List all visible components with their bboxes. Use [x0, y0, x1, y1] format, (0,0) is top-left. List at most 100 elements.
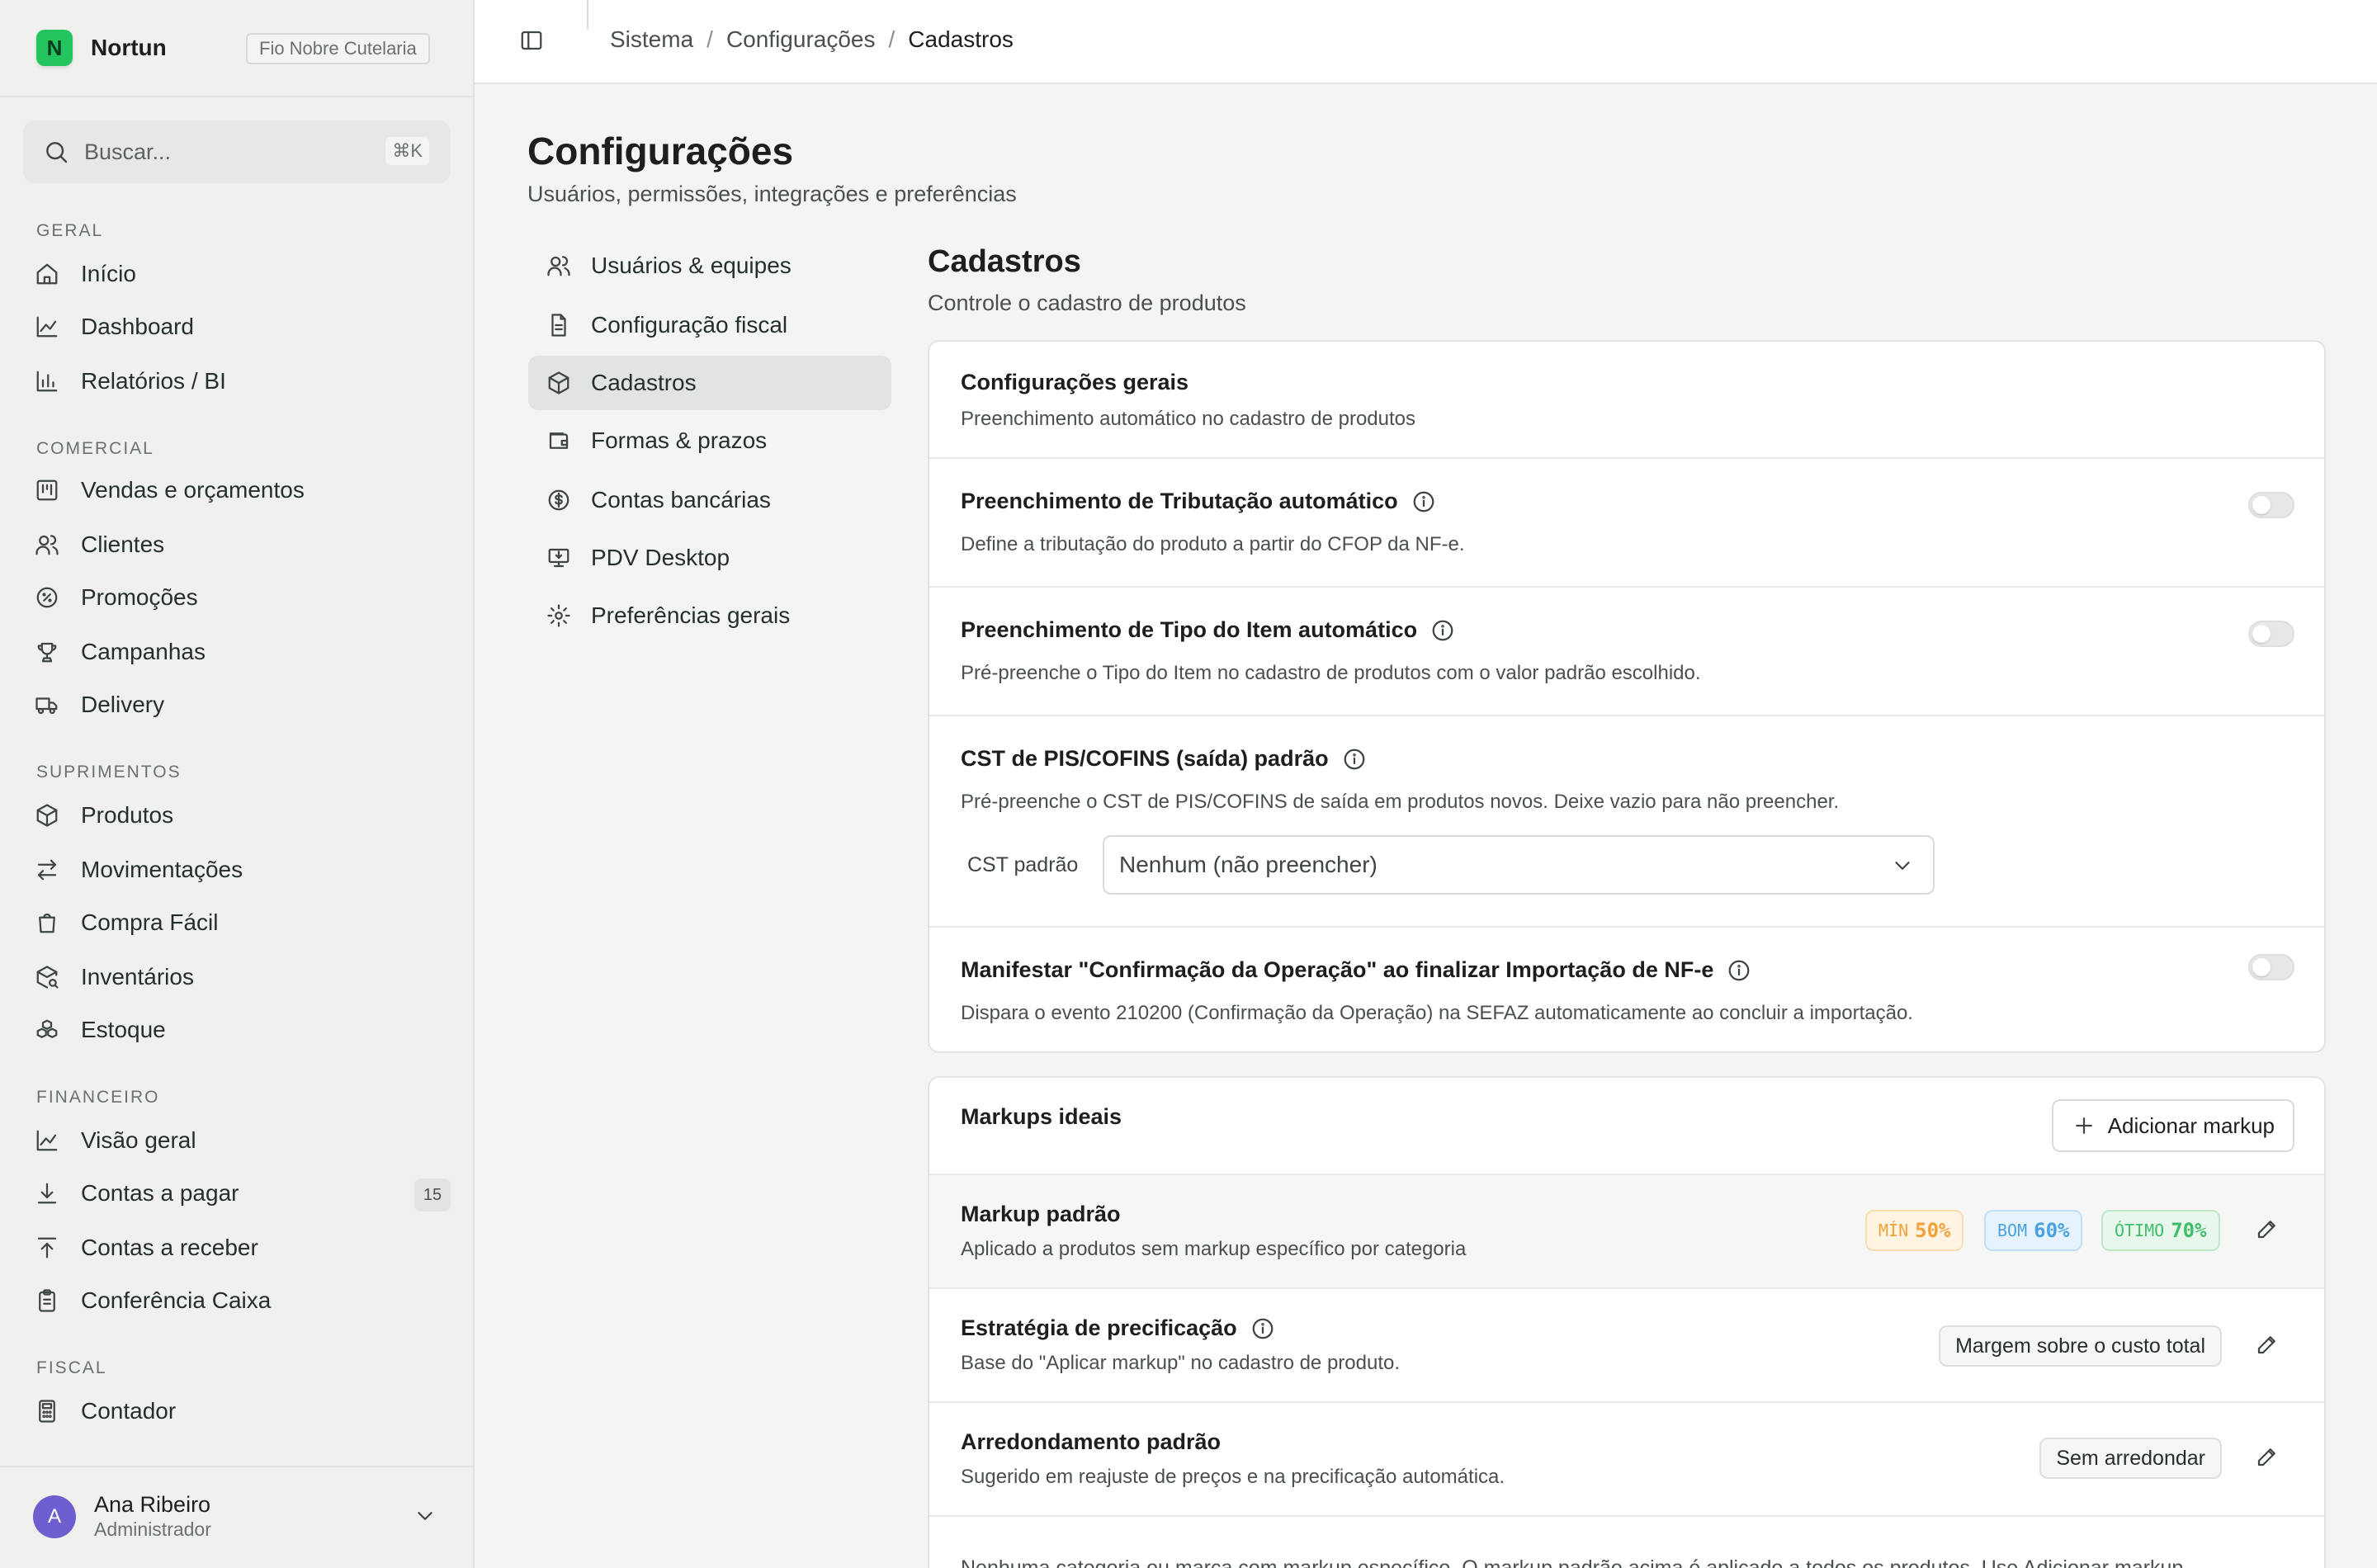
- sidebar-item-estoque[interactable]: Estoque: [23, 1007, 452, 1053]
- settings-nav-label: Formas & prazos: [591, 427, 768, 453]
- sidebar-item-contas-receber[interactable]: Contas a receber: [23, 1225, 452, 1271]
- sidebar-item-contas-pagar[interactable]: Contas a pagar 15: [23, 1170, 452, 1216]
- sidebar-item-delivery[interactable]: Delivery: [23, 682, 452, 728]
- search-input[interactable]: Buscar... ⌘K: [23, 120, 451, 183]
- settings-nav-label: Contas bancárias: [591, 487, 771, 512]
- breadcrumb-configuracoes[interactable]: Configurações: [726, 26, 876, 53]
- search-icon: [43, 139, 69, 165]
- markup-otimo-badge: ÓTIMO 70%: [2101, 1210, 2220, 1251]
- toggle-knob: [2252, 625, 2271, 643]
- sidebar-item-clientes[interactable]: Clientes: [23, 522, 452, 568]
- edit-pencil-icon[interactable]: [2255, 1444, 2280, 1469]
- info-icon[interactable]: [1417, 618, 1455, 643]
- sidebar-item-compra-facil[interactable]: Compra Fácil: [23, 900, 452, 946]
- add-markup-button[interactable]: Adicionar markup: [2051, 1099, 2294, 1152]
- dollar-circle-icon: [546, 488, 571, 512]
- info-icon[interactable]: [1398, 489, 1436, 514]
- settings-nav-preferencias[interactable]: Preferências gerais: [528, 588, 891, 643]
- toggle-knob: [2252, 496, 2271, 514]
- breadcrumb-sistema[interactable]: Sistema: [610, 26, 693, 53]
- setting-title-row: Preenchimento de Tipo do Item automático: [961, 617, 1455, 643]
- arrow-down-to-line-icon: [35, 1181, 59, 1206]
- line-chart-icon: [35, 314, 59, 339]
- search-shortcut: ⌘K: [385, 137, 429, 165]
- setting-title: Preenchimento de Tipo do Item automático: [961, 617, 1418, 642]
- users-icon: [35, 532, 59, 557]
- sidebar-item-label: Contas a pagar: [81, 1180, 239, 1206]
- markup-min-badge: MÍN 50%: [1865, 1210, 1964, 1251]
- sidebar-item-label: Dashboard: [81, 314, 194, 339]
- sidebar-item-label: Início: [81, 261, 136, 286]
- info-icon[interactable]: [1713, 958, 1751, 983]
- general-settings-header: Configurações gerais Preenchimento autom…: [929, 342, 2324, 459]
- setting-title-row: Estratégia de precificação: [961, 1315, 1275, 1341]
- sidebar-item-label: Estoque: [81, 1017, 166, 1042]
- settings-nav-formas[interactable]: Formas & prazos: [528, 413, 891, 468]
- org-badge[interactable]: Fio Nobre Cutelaria: [246, 33, 430, 64]
- plus-icon: [2072, 1113, 2096, 1138]
- manifestar-toggle[interactable]: [2248, 954, 2294, 980]
- markups-card: Markups ideais Adicionar markup Markup p…: [928, 1076, 2326, 1568]
- breadcrumb-current: Cadastros: [908, 26, 1014, 52]
- sidebar-item-promocoes[interactable]: Promoções: [23, 574, 452, 621]
- sidebar-toggle-icon[interactable]: [519, 28, 544, 53]
- tributacao-toggle[interactable]: [2248, 492, 2294, 518]
- setting-desc: Define a tributação do produto a partir …: [961, 533, 1465, 555]
- setting-title-row: CST de PIS/COFINS (saída) padrão: [961, 746, 1367, 772]
- arrow-up-from-line-icon: [35, 1235, 59, 1260]
- home-icon: [35, 262, 59, 286]
- breadcrumb-separator: /: [888, 26, 896, 52]
- sidebar-item-dashboard[interactable]: Dashboard: [23, 304, 452, 350]
- edit-pencil-icon[interactable]: [2255, 1332, 2280, 1357]
- setting-desc: Pré-preenche o CST de PIS/COFINS de saíd…: [961, 791, 1840, 813]
- edit-pencil-icon[interactable]: [2255, 1216, 2280, 1241]
- sidebar-item-label: Produtos: [81, 802, 174, 828]
- sidebar-item-inventarios[interactable]: Inventários: [23, 954, 452, 1000]
- setting-title: Estratégia de precificação: [961, 1315, 1237, 1340]
- setting-row-cst: CST de PIS/COFINS (saída) padrão Pré-pre…: [929, 716, 2324, 928]
- page-subtitle: Usuários, permissões, integrações e pref…: [527, 182, 1017, 206]
- markup-empty-note: Nenhuma categoria ou marca com markup es…: [961, 1556, 2184, 1568]
- brand[interactable]: N Nortun: [36, 28, 167, 68]
- sidebar-item-movimentacoes[interactable]: Movimentações: [23, 847, 452, 893]
- setting-row-tributacao: Preenchimento de Tributação automático D…: [929, 459, 2324, 588]
- markup-row-default: Markup padrão Aplicado a produtos sem ma…: [929, 1175, 2324, 1289]
- info-icon[interactable]: [1329, 747, 1367, 772]
- section-label-fiscal: FISCAL: [36, 1358, 107, 1377]
- setting-desc: Pré-preenche o Tipo do Item no cadastro …: [961, 662, 1701, 684]
- sidebar-item-conferencia-caixa[interactable]: Conferência Caixa: [23, 1278, 452, 1324]
- setting-desc: Base do "Aplicar markup" no cadastro de …: [961, 1352, 1401, 1374]
- tipo-item-toggle[interactable]: [2248, 621, 2294, 647]
- user-role: Administrador: [94, 1518, 211, 1540]
- settings-nav-pdv[interactable]: PDV Desktop: [528, 531, 891, 585]
- sidebar-item-produtos[interactable]: Produtos: [23, 792, 452, 838]
- section-label-geral: GERAL: [36, 221, 104, 240]
- trophy-icon: [35, 640, 59, 664]
- sidebar-item-label: Movimentações: [81, 857, 243, 882]
- divider: [587, 0, 588, 30]
- setting-row-manifestar: Manifestar "Confirmação da Operação" ao …: [929, 928, 2324, 1051]
- sidebar-item-label: Vendas e orçamentos: [81, 477, 305, 503]
- markup-desc: Aplicado a produtos sem markup específic…: [961, 1238, 1467, 1260]
- section-subtitle: Controle o cadastro de produtos: [928, 290, 1246, 315]
- user-menu[interactable]: A Ana Ribeiro Administrador: [0, 1466, 473, 1568]
- settings-nav-label: Cadastros: [591, 370, 697, 395]
- settings-nav-cadastros[interactable]: Cadastros: [528, 356, 891, 410]
- sidebar-item-contador[interactable]: Contador: [23, 1388, 452, 1434]
- cst-select[interactable]: Nenhum (não preencher): [1103, 835, 1935, 895]
- sidebar-item-relatorios[interactable]: Relatórios / BI: [23, 358, 452, 404]
- sidebar-item-inicio[interactable]: Início: [23, 251, 452, 297]
- sidebar-item-label: Promoções: [81, 584, 198, 610]
- kanban-icon: [35, 478, 59, 503]
- settings-nav-contas-bancarias[interactable]: Contas bancárias: [528, 473, 891, 527]
- sidebar-item-label: Relatórios / BI: [81, 368, 226, 394]
- settings-nav-fiscal[interactable]: Configuração fiscal: [528, 298, 891, 352]
- setting-desc: Dispara o evento 210200 (Confirmação da …: [961, 1002, 1913, 1024]
- badge-key: MÍN: [1878, 1221, 1909, 1240]
- sidebar-item-campanhas[interactable]: Campanhas: [23, 629, 452, 675]
- sidebar-item-visao-geral[interactable]: Visão geral: [23, 1117, 452, 1164]
- settings-nav-usuarios[interactable]: Usuários & equipes: [528, 239, 891, 293]
- section-label-suprimentos: SUPRIMENTOS: [36, 763, 182, 782]
- sidebar-item-vendas[interactable]: Vendas e orçamentos: [23, 467, 452, 513]
- info-icon[interactable]: [1237, 1316, 1275, 1341]
